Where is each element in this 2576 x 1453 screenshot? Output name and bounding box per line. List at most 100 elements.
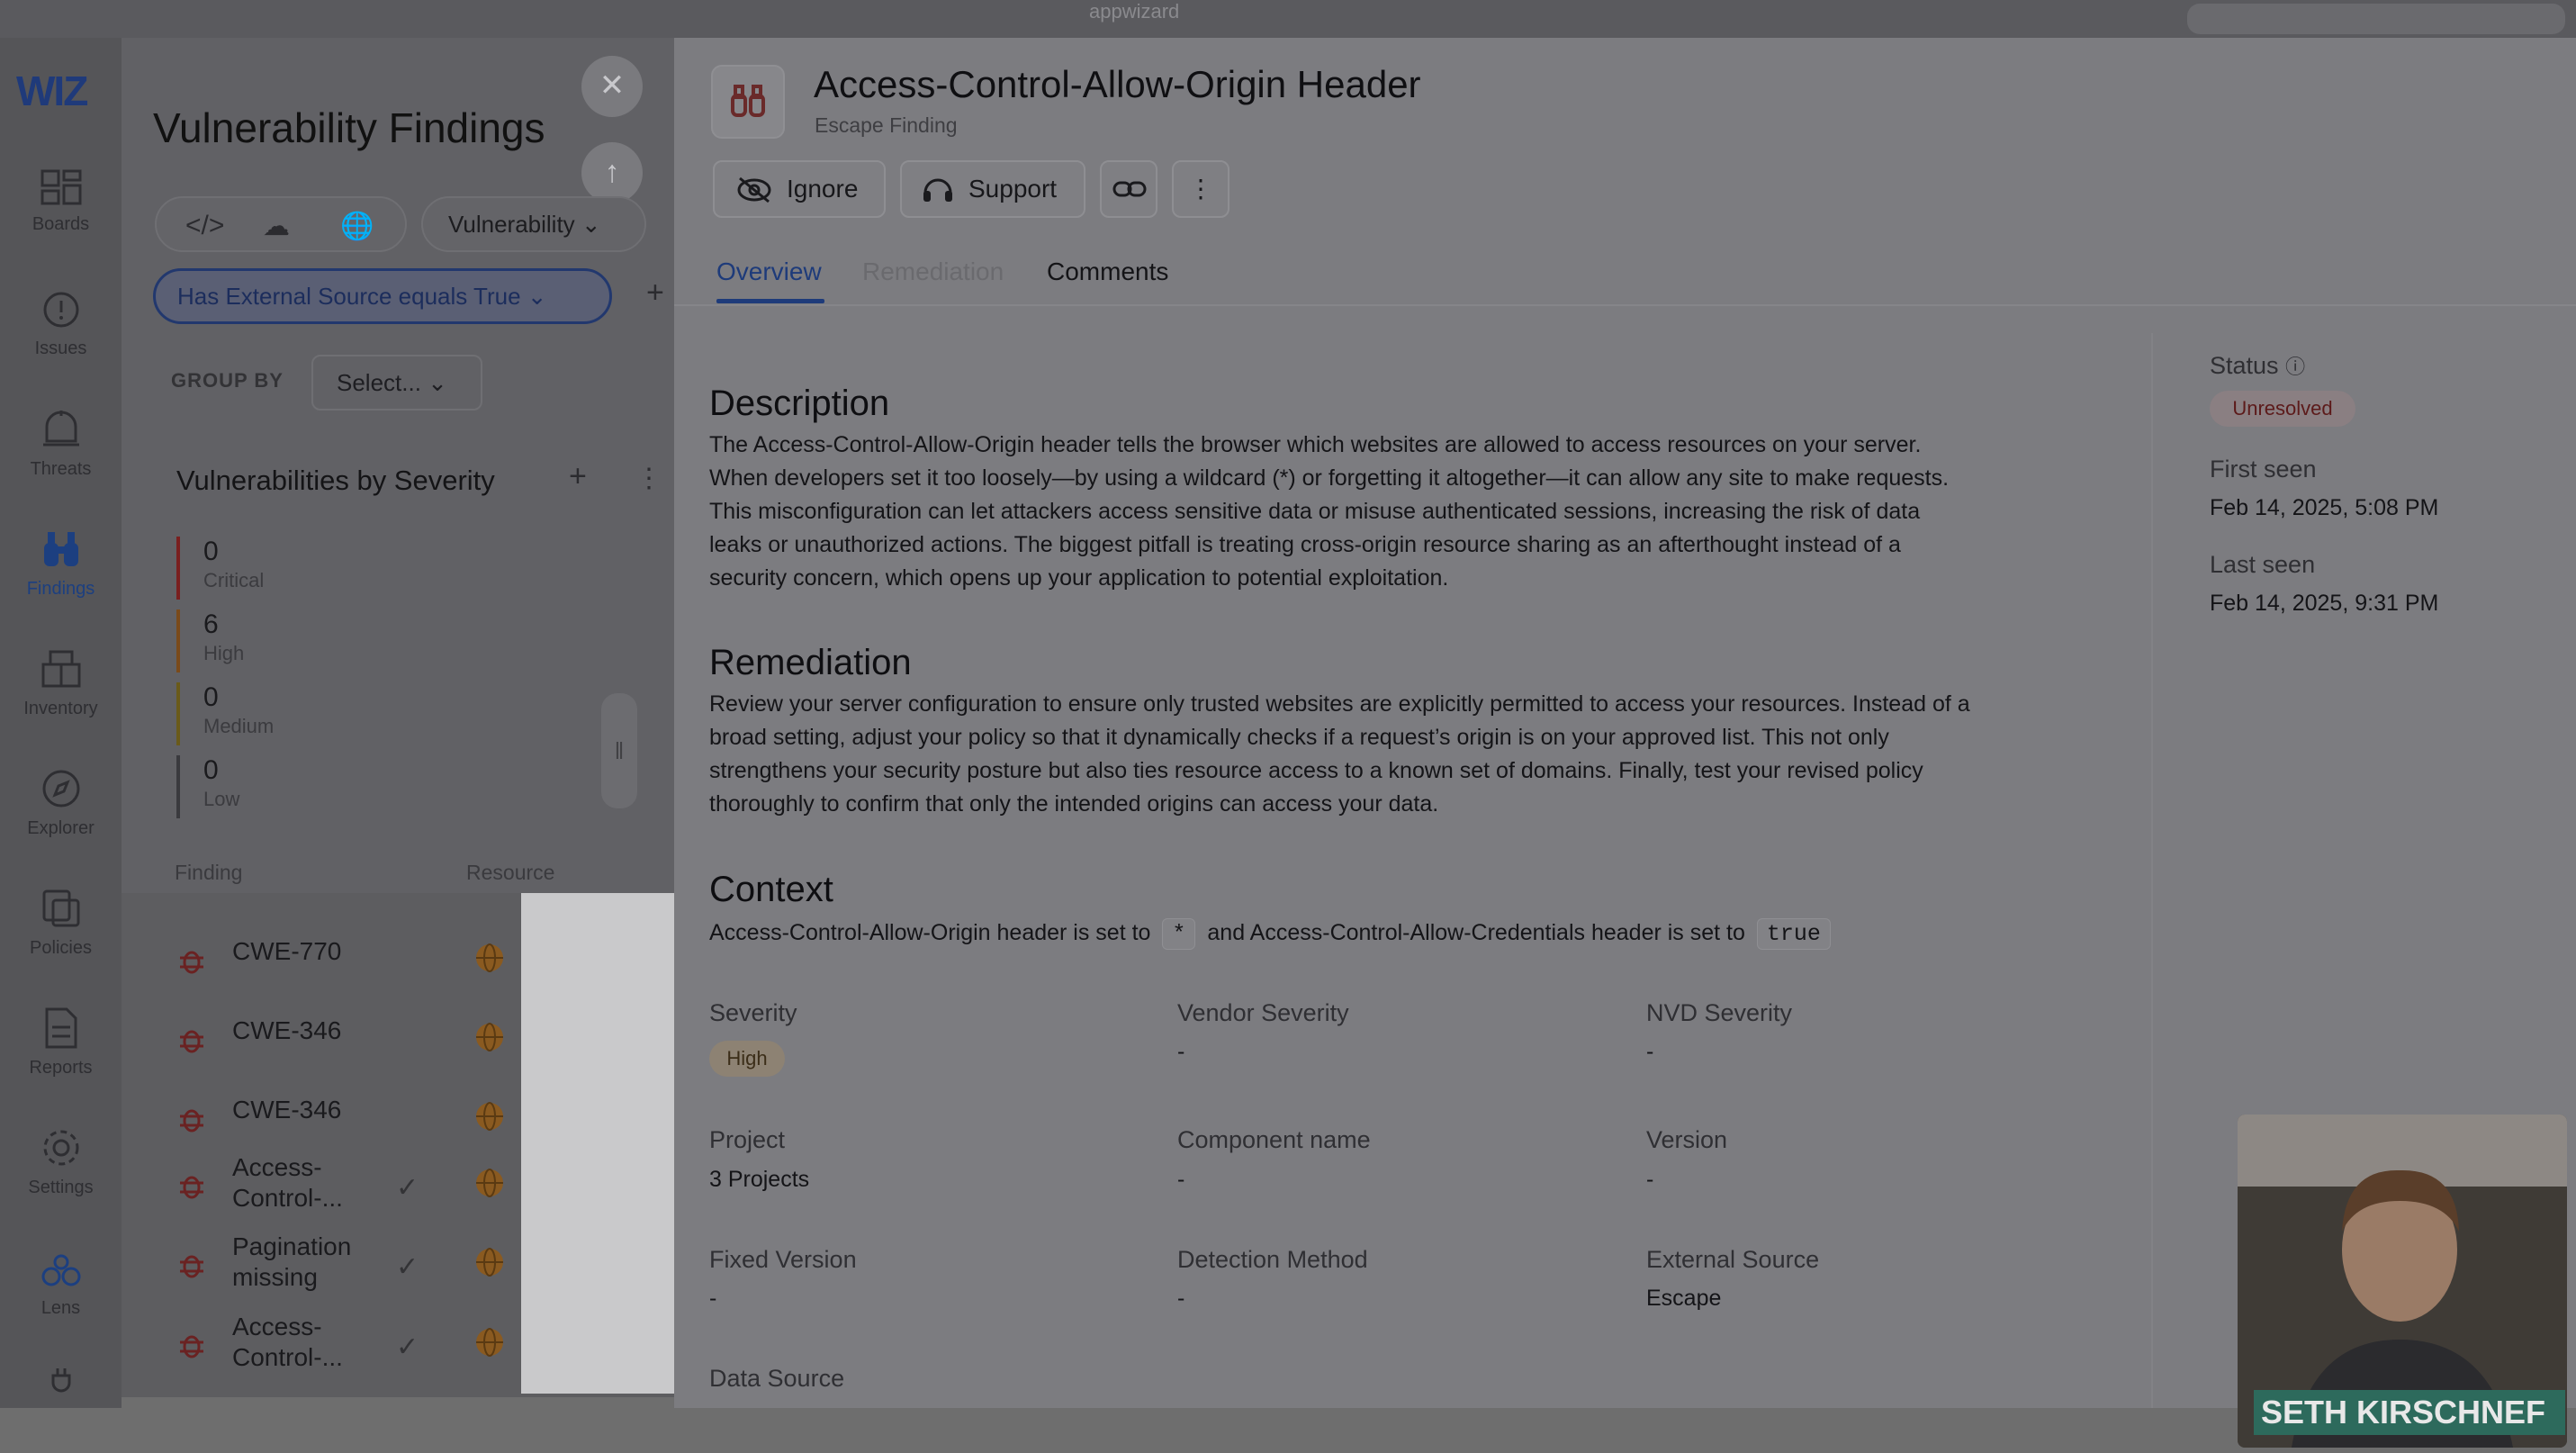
nav-label: Issues xyxy=(34,338,87,358)
finding-type-dropdown[interactable]: Vulnerability ⌄ xyxy=(421,196,646,252)
remediation-line: broad setting, adjust your policy so tha… xyxy=(709,725,1889,750)
severity-high[interactable]: 6 High xyxy=(176,609,356,672)
close-button[interactable]: ✕ xyxy=(581,56,643,117)
policies-icon xyxy=(42,889,79,927)
tab-comments[interactable]: Comments xyxy=(1047,257,1168,286)
severity-label: Severity xyxy=(709,999,797,1026)
nav-item-policies[interactable]: Policies xyxy=(0,888,122,996)
finding-type-icon xyxy=(711,65,785,139)
nav-label: Reports xyxy=(29,1058,93,1078)
table-row[interactable]: CWE-346 xyxy=(171,1086,549,1158)
context-part2: and Access-Control-Allow-Credentials hea… xyxy=(1207,920,1745,945)
explorer-icon xyxy=(42,770,79,808)
nav-item-findings[interactable]: Findings xyxy=(0,528,122,636)
panel-resize-handle[interactable]: ‖ xyxy=(601,693,637,808)
severity-count: 0 xyxy=(203,537,219,566)
nav-item-threats[interactable]: Threats xyxy=(0,409,122,517)
nav-item-explorer[interactable]: Explorer xyxy=(0,768,122,876)
column-header-resource[interactable]: Resource xyxy=(466,861,554,885)
severity-low[interactable]: 0 Low xyxy=(176,755,356,818)
table-row[interactable]: CWE-770 xyxy=(171,927,549,999)
bug-icon xyxy=(180,1255,203,1278)
source-segmented-control: </> ☁ 🌐 xyxy=(155,196,407,252)
more-vertical-icon[interactable]: ⋮ xyxy=(635,463,662,494)
detection-method-label: Detection Method xyxy=(1177,1246,1368,1273)
browser-top-bar: appwizard xyxy=(0,0,2576,38)
fixed-version-label: Fixed Version xyxy=(709,1246,857,1273)
context-code-wildcard: * xyxy=(1162,918,1196,950)
first-seen-value: Feb 14, 2025, 5:08 PM xyxy=(2210,495,2439,520)
remediation-line: strengthens your security posture but al… xyxy=(709,758,1923,783)
wiz-logo[interactable]: WIZ xyxy=(16,67,88,115)
eye-off-icon xyxy=(737,176,771,203)
nav-item-settings[interactable]: Settings xyxy=(0,1127,122,1235)
severity-medium[interactable]: 0 Medium xyxy=(176,682,356,745)
context-text: Access-Control-Allow-Origin header is se… xyxy=(709,918,1836,950)
description-line: security concern, which opens up your ap… xyxy=(709,565,1449,591)
context-code-true: true xyxy=(1756,918,1831,950)
arrow-up-icon: ↑ xyxy=(604,155,620,189)
nav-item-inventory[interactable]: Inventory xyxy=(0,648,122,756)
nav-label: Lens xyxy=(41,1298,81,1318)
globe-icon[interactable]: 🌐 xyxy=(340,211,374,242)
column-header-finding[interactable]: Finding xyxy=(175,861,242,885)
severity-count: 0 xyxy=(203,682,219,712)
severity-widget-title: Vulnerabilities by Severity xyxy=(176,465,495,496)
chevron-down-icon: ⌄ xyxy=(527,283,547,310)
filter-chip[interactable]: Has External Source equals True ⌄ xyxy=(153,268,612,324)
status-badge[interactable]: Unresolved xyxy=(2210,391,2355,427)
support-button[interactable]: Support xyxy=(900,160,1085,218)
threats-icon xyxy=(42,411,79,447)
nav-item-issues[interactable]: Issues xyxy=(0,290,122,398)
globe-icon xyxy=(476,1169,503,1197)
cloud-icon[interactable]: ☁ xyxy=(263,211,290,242)
table-row[interactable]: Pagination missing ✓ xyxy=(171,1232,549,1304)
finding-title: Access-Control-Allow-Origin Header xyxy=(814,63,1421,105)
globe-icon xyxy=(476,1102,503,1131)
description-text: The Access-Control-Allow-Origin header t… xyxy=(709,429,2113,595)
finding-name: CWE-770 xyxy=(232,937,342,965)
plug-icon xyxy=(51,1368,70,1393)
group-by-select[interactable]: Select... ⌄ xyxy=(311,355,482,411)
address-bar[interactable] xyxy=(2187,4,2565,34)
globe-icon xyxy=(476,1023,503,1051)
gear-icon xyxy=(43,1130,78,1166)
more-actions-button[interactable]: ⋮ xyxy=(1172,160,1229,218)
add-filter-icon[interactable]: + xyxy=(646,275,664,311)
project-value[interactable]: 3 Projects xyxy=(709,1167,809,1193)
boards-icon xyxy=(41,169,81,205)
tab-remediation[interactable]: Remediation xyxy=(862,257,1004,286)
table-row[interactable]: CWE-346 xyxy=(171,1006,549,1078)
table-row[interactable]: Access- Control-... ✓ xyxy=(171,1152,549,1224)
nav-item-lens[interactable]: Lens xyxy=(0,1253,122,1361)
finding-name-line2: Control-... xyxy=(232,1343,343,1371)
nav-item-plugin[interactable] xyxy=(0,1367,122,1403)
more-vertical-icon: ⋮ xyxy=(1188,175,1213,203)
tab-overview[interactable]: Overview xyxy=(716,257,822,286)
active-tab-indicator xyxy=(716,299,824,303)
code-icon[interactable]: </> xyxy=(185,211,224,241)
bug-icon xyxy=(180,951,203,974)
table-row[interactable]: Access- Control-... ✓ xyxy=(171,1312,549,1384)
link-icon xyxy=(1112,181,1147,197)
severity-critical[interactable]: 0 Critical xyxy=(176,537,356,600)
inventory-icon xyxy=(41,650,80,688)
filter-chip-label: Has External Source equals True xyxy=(177,283,521,310)
external-source-label: External Source xyxy=(1646,1246,1820,1273)
left-nav: WIZ Boards Issues Threats Findings Inven… xyxy=(0,38,122,1408)
finding-name-line2: missing xyxy=(232,1263,318,1291)
double-check-icon: ✓ xyxy=(396,1252,419,1282)
nav-item-reports[interactable]: Reports xyxy=(0,1007,122,1115)
severity-label: Medium xyxy=(203,715,275,737)
binoculars-icon xyxy=(43,532,78,566)
remediation-heading: Remediation xyxy=(709,643,912,682)
info-icon[interactable]: ⓘ xyxy=(2285,356,2305,378)
finding-name-line2: Control-... xyxy=(232,1184,343,1212)
add-widget-icon[interactable]: + xyxy=(569,459,587,494)
copy-link-button[interactable] xyxy=(1100,160,1157,218)
ignore-button[interactable]: Ignore xyxy=(713,160,886,218)
nav-item-boards[interactable]: Boards xyxy=(0,169,122,277)
scroll-top-button[interactable]: ↑ xyxy=(581,142,643,203)
data-source-label: Data Source xyxy=(709,1365,845,1392)
globe-icon xyxy=(476,943,503,972)
